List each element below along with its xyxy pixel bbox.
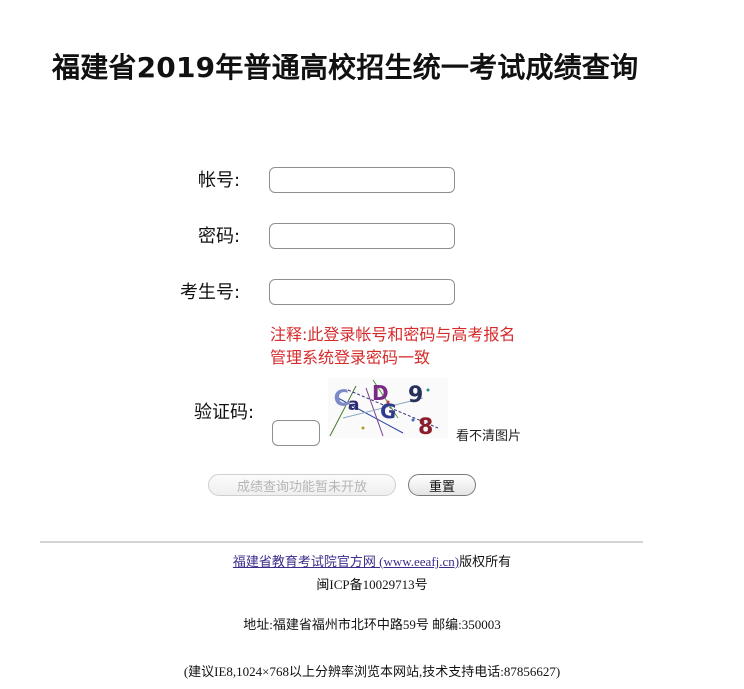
- browser-advice: (建议IE8,1024×768以上分辨率浏览本网站,技术支持电话:8785662…: [183, 664, 561, 679]
- captcha-noise-dot: [361, 426, 365, 430]
- footer-address: 地址:福建省福州市北环中路59号 邮编:350003: [243, 617, 501, 632]
- password-label: 密码:: [198, 226, 241, 247]
- captcha-input[interactable]: [272, 420, 320, 446]
- account-label: 帐号:: [198, 170, 241, 191]
- site-link[interactable]: 福建省教育考试院官方网 (www.eeafj.cn): [233, 554, 459, 569]
- query-score-button[interactable]: 成绩查询功能暂未开放: [208, 474, 396, 496]
- copyright-text: 版权所有: [459, 554, 512, 569]
- captcha-noise-dot: [411, 418, 415, 422]
- icp-number: 闽ICP备10029713号: [316, 577, 428, 592]
- captcha-noise-dot: [426, 388, 430, 392]
- login-note: 注释:此登录帐号和密码与高考报名 管理系统登录密码一致: [270, 323, 570, 369]
- login-note-line-2: 管理系统登录密码一致: [270, 348, 431, 367]
- captcha-char: G: [379, 398, 398, 424]
- footer-divider: [40, 541, 643, 543]
- captcha-label: 验证码:: [194, 402, 255, 423]
- captcha-refresh-link[interactable]: 看不清图片: [456, 425, 521, 444]
- footer-copyright-line: 福建省教育考试院官方网 (www.eeafj.cn)版权所有: [0, 551, 744, 570]
- login-note-line-1: 注释:此登录帐号和密码与高考报名: [270, 325, 516, 344]
- captcha-image[interactable]: C a D G 9 8: [328, 378, 448, 438]
- exam-number-input[interactable]: [269, 279, 455, 305]
- account-input[interactable]: [269, 167, 455, 193]
- captcha-char: 8: [418, 415, 433, 438]
- exam-number-label: 考生号:: [180, 282, 241, 303]
- captcha-char: 9: [408, 383, 423, 408]
- reset-button[interactable]: 重置: [408, 474, 476, 496]
- captcha-char: a: [348, 395, 359, 415]
- page-title: 福建省2019年普通高校招生统一考试成绩查询: [52, 51, 639, 84]
- page: 福建省2019年普通高校招生统一考试成绩查询 帐号: 密码: 考生号: 注释:此…: [0, 0, 744, 689]
- password-input[interactable]: [269, 223, 455, 249]
